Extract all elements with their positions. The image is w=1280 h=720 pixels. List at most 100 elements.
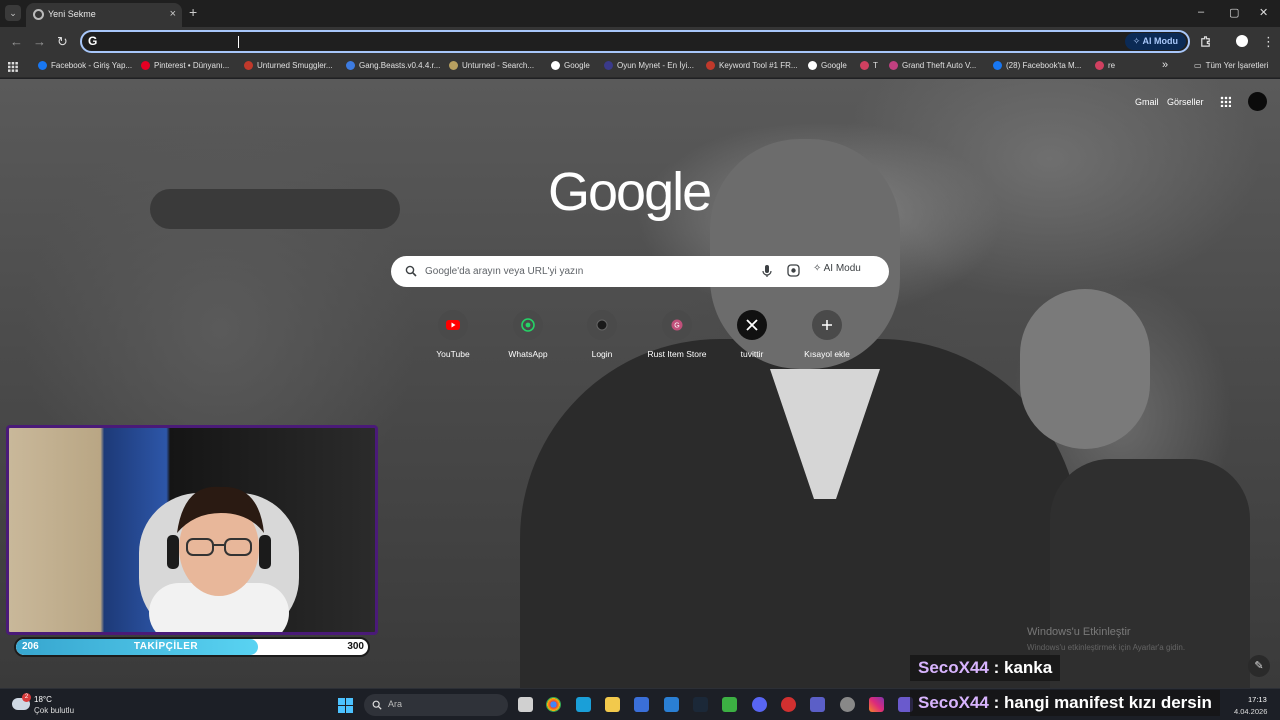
shortcut-tile[interactable]: G Rust Item Store xyxy=(642,310,712,359)
steam-icon[interactable] xyxy=(693,697,708,712)
tab-close-button[interactable]: × xyxy=(170,8,176,20)
clock-time[interactable]: 17:13 xyxy=(1248,695,1267,704)
shortcut-label: YouTube xyxy=(436,349,470,359)
chrome-icon xyxy=(33,9,44,20)
bookmark-favicon-icon xyxy=(993,61,1002,70)
streamer-avatar xyxy=(139,486,299,632)
search-placeholder: Google'da arayın veya URL'yi yazın xyxy=(425,266,584,277)
desktop-icon[interactable] xyxy=(576,697,591,712)
chrome-taskbar-icon[interactable] xyxy=(546,697,561,712)
tab-title: Yeni Sekme xyxy=(48,9,96,19)
bookmark-favicon-icon xyxy=(449,61,458,70)
bookmarks-more-button[interactable]: » xyxy=(1162,59,1168,71)
bookmark-item[interactable]: (28) Facebook'ta M... xyxy=(993,61,1081,70)
google-logo: Google xyxy=(548,162,712,222)
clock-date[interactable]: 4.04.2026 xyxy=(1234,707,1267,716)
bookmark-item[interactable]: T xyxy=(860,61,878,70)
svg-text:G: G xyxy=(674,323,679,330)
microphone-icon[interactable] xyxy=(761,264,773,278)
search-icon xyxy=(372,700,382,710)
chat-message: SecoX44 : hangi manifest kızı dersin xyxy=(910,690,1220,716)
shortcut-tile[interactable]: Kısayol ekle xyxy=(792,310,862,359)
shortcut-label: WhatsApp xyxy=(508,349,548,359)
bookmark-item[interactable]: Google xyxy=(551,61,590,70)
weather-temperature[interactable]: 18°C xyxy=(34,695,52,704)
bookmark-favicon-icon xyxy=(141,61,150,70)
x-icon xyxy=(737,310,767,340)
minecraft-icon[interactable] xyxy=(722,697,737,712)
text-cursor xyxy=(238,36,239,48)
taskbar-search-label: Ara xyxy=(388,699,403,709)
chat-username: SecoX44 xyxy=(918,658,989,677)
shortcut-tile[interactable]: Login xyxy=(567,310,637,359)
menu-icon[interactable]: ⋮ xyxy=(1262,34,1275,50)
back-button[interactable]: ← xyxy=(10,34,23,49)
task-view-icon[interactable] xyxy=(518,697,533,712)
bookmark-item[interactable]: Oyun Mynet - En İyi... xyxy=(604,61,694,70)
bookmark-label: Pinterest • Dünyanı... xyxy=(154,61,230,70)
bookmark-item[interactable]: re xyxy=(1095,61,1115,70)
weather-condition[interactable]: Çok bulutlu xyxy=(34,706,74,715)
tab-search-button[interactable]: ⌄ xyxy=(5,5,21,21)
whatsapp-icon xyxy=(513,310,543,340)
all-bookmarks-label: Tüm Yer İşaretleri xyxy=(1205,61,1269,70)
tab-new-tab[interactable]: Yeni Sekme × xyxy=(26,3,182,27)
shortcut-tile[interactable]: YouTube xyxy=(418,310,488,359)
instagram-icon[interactable] xyxy=(869,697,884,712)
bookmark-item[interactable]: Unturned - Search... xyxy=(449,61,534,70)
apps-icon[interactable] xyxy=(8,62,18,72)
google-lens-icon[interactable] xyxy=(787,264,800,277)
file-explorer-icon[interactable] xyxy=(605,697,620,712)
bookmark-item[interactable]: Keyword Tool #1 FR... xyxy=(706,61,798,70)
discord-icon[interactable] xyxy=(752,697,767,712)
gmail-link[interactable]: Gmail xyxy=(1135,97,1159,107)
all-bookmarks-button[interactable]: ▭ Tüm Yer İşaretleri xyxy=(1194,61,1268,70)
search-ai-mode-label: AI Modu xyxy=(823,263,861,274)
omnibox-ai-mode-button[interactable]: ✧ AI Modu xyxy=(1124,33,1186,50)
images-link[interactable]: Görseller xyxy=(1167,97,1204,107)
extensions-icon[interactable] xyxy=(1199,35,1212,48)
teams-icon[interactable] xyxy=(810,697,825,712)
windows-start-icon[interactable] xyxy=(338,698,353,713)
mail-icon[interactable] xyxy=(664,697,679,712)
search-box[interactable]: Google'da arayın veya URL'yi yazın ✧ AI … xyxy=(391,256,889,287)
bookmark-label: T xyxy=(873,61,878,70)
bookmark-item[interactable]: Google xyxy=(808,61,847,70)
background-photo-cap xyxy=(150,189,400,229)
taskbar-search[interactable]: Ara xyxy=(364,694,508,716)
minimize-button[interactable]: – xyxy=(1198,6,1204,18)
bookmark-item[interactable]: Pinterest • Dünyanı... xyxy=(141,61,229,70)
shortcut-tile[interactable]: tuvittir xyxy=(717,310,787,359)
store-icon[interactable] xyxy=(634,697,649,712)
omnibox-ai-mode-label: AI Modu xyxy=(1142,36,1179,46)
activation-watermark-title: Windows'u Etkinleştir xyxy=(1027,626,1131,638)
recorder-icon[interactable] xyxy=(781,697,796,712)
close-window-button[interactable]: ✕ xyxy=(1259,6,1268,19)
bookmark-item[interactable]: Grand Theft Auto V... xyxy=(889,61,976,70)
youtube-icon xyxy=(438,310,468,340)
bookmark-item[interactable]: Gang.Beasts.v0.4.4.r... xyxy=(346,61,440,70)
browser-toolbar: ← → ↻ G ✧ AI Modu ⋮ xyxy=(0,27,1280,57)
shortcut-label: tuvittir xyxy=(740,349,764,359)
rust-icon: G xyxy=(662,310,692,340)
forward-button[interactable]: → xyxy=(33,34,46,49)
background-photo-person-right xyxy=(1020,289,1150,449)
google-apps-icon[interactable] xyxy=(1220,96,1231,107)
new-tab-button[interactable]: + xyxy=(189,4,197,20)
maximize-button[interactable]: ▢ xyxy=(1229,6,1239,19)
bookmark-item[interactable]: Facebook - Giriş Yap... xyxy=(38,61,132,70)
bookmark-favicon-icon xyxy=(551,61,560,70)
shortcut-label: Rust Item Store xyxy=(647,349,707,359)
customize-pencil-icon[interactable]: ✎ xyxy=(1248,655,1270,677)
address-bar[interactable]: G ✧ AI Modu xyxy=(80,30,1190,53)
shortcut-tile[interactable]: WhatsApp xyxy=(493,310,563,359)
search-ai-mode-button[interactable]: ✧ AI Modu xyxy=(813,263,861,274)
bookmark-label: Unturned - Search... xyxy=(462,61,535,70)
account-avatar[interactable] xyxy=(1248,92,1267,111)
reload-button[interactable]: ↻ xyxy=(57,34,68,50)
chat-username: SecoX44 xyxy=(918,693,989,712)
profile-avatar[interactable] xyxy=(1236,35,1248,47)
bookmark-item[interactable]: Unturned Smuggler... xyxy=(244,61,333,70)
background-photo-body-right xyxy=(1050,459,1250,689)
settings-icon[interactable] xyxy=(840,697,855,712)
